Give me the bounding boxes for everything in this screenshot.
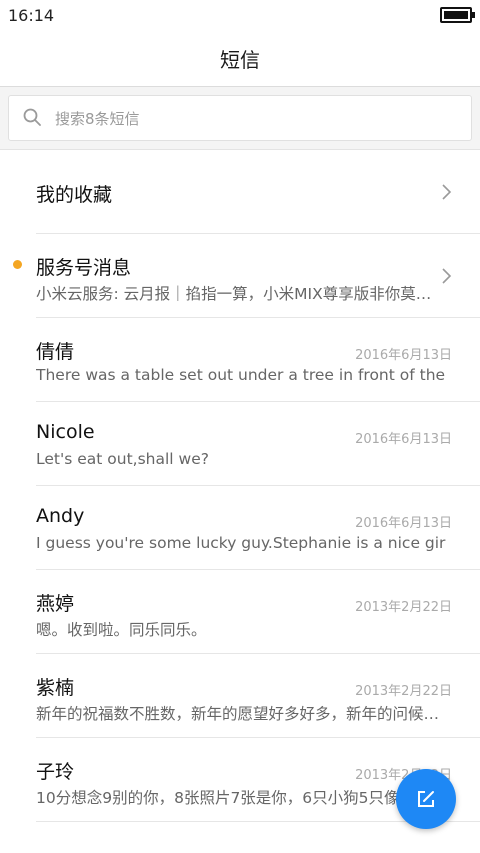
conversation-name: 燕婷	[36, 593, 75, 615]
conversation-preview: 新年的祝福数不胜数，新年的愿望好多好多，新年的问候…	[36, 705, 440, 723]
conversation-name: 服务号消息	[36, 257, 132, 279]
status-bar: 16:14	[0, 0, 480, 30]
conversation-name: Nicole	[36, 421, 95, 443]
conversation-row[interactable]: Nicole 2016年6月13日 Let's eat out,shall we…	[0, 402, 480, 486]
conversation-row[interactable]: Andy 2016年6月13日 I guess you're some luck…	[0, 486, 480, 570]
battery-icon	[440, 7, 475, 23]
conversation-row[interactable]: 紫楠 2013年2月22日 新年的祝福数不胜数，新年的愿望好多好多，新年的问候…	[0, 654, 480, 738]
conversation-name: 子玲	[36, 761, 75, 783]
conversation-date: 2016年6月13日	[355, 432, 452, 447]
conversation-date: 2013年2月22日	[355, 600, 452, 615]
conversation-preview: I guess you're some lucky guy.Stephanie …	[36, 534, 446, 552]
page-title: 短信	[220, 48, 260, 72]
conversation-date: 2013年2月22日	[355, 684, 452, 699]
search-placeholder: 搜索8条短信	[55, 110, 140, 128]
search-input[interactable]: 搜索8条短信	[8, 95, 472, 141]
chevron-right-icon	[442, 268, 452, 284]
favorites-row[interactable]: 我的收藏	[0, 150, 480, 234]
conversation-preview: Let's eat out,shall we?	[36, 450, 209, 468]
status-time: 16:14	[8, 6, 55, 25]
conversation-preview: 10分想念9别的你，8张照片7张是你，6只小狗5只像你…	[36, 789, 431, 807]
compose-icon	[418, 791, 434, 807]
chevron-right-icon	[442, 184, 452, 200]
conversation-name: 倩倩	[36, 341, 75, 363]
service-messages-row[interactable]: 服务号消息 小米云服务: 云月报｜掐指一算，小米MIX尊享版非你莫…	[0, 234, 480, 318]
conversation-preview: There was a table set out under a tree i…	[36, 366, 446, 384]
conversation-name: 紫楠	[36, 677, 75, 699]
conversation-date: 2016年6月13日	[355, 516, 452, 531]
search-icon	[23, 108, 41, 126]
conversation-row[interactable]: 燕婷 2013年2月22日 嗯。收到啦。同乐同乐。	[0, 570, 480, 654]
conversation-preview: 嗯。收到啦。同乐同乐。	[36, 621, 207, 639]
conversation-row[interactable]: 倩倩 2016年6月13日 There was a table set out …	[0, 318, 480, 402]
conversation-preview: 小米云服务: 云月报｜掐指一算，小米MIX尊享版非你莫…	[36, 285, 432, 303]
app-header: 短信	[0, 30, 480, 87]
conversation-date: 2016年6月13日	[355, 348, 452, 363]
compose-button[interactable]	[396, 769, 456, 829]
unread-dot	[13, 260, 22, 269]
search-area: 搜索8条短信	[0, 87, 480, 150]
favorites-label: 我的收藏	[36, 184, 113, 206]
conversation-name: Andy	[36, 505, 85, 527]
